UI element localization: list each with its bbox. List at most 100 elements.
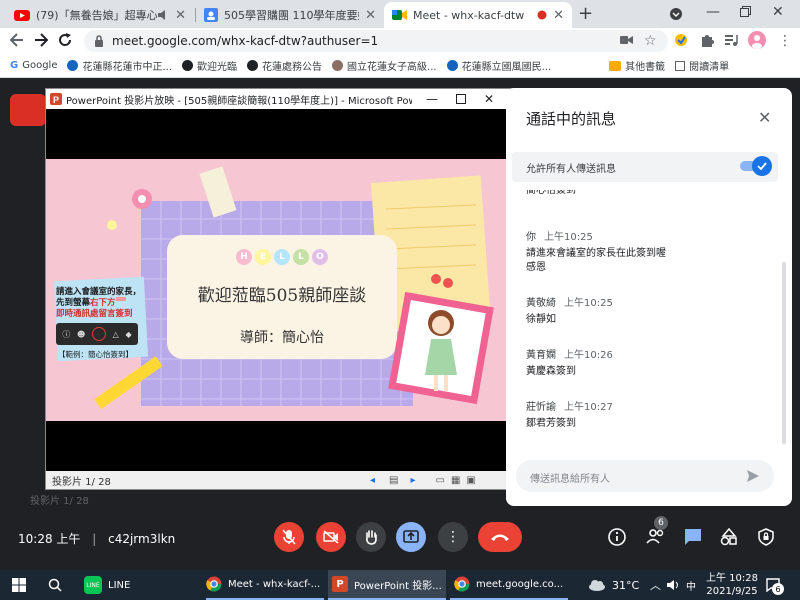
ppt-minimize-icon[interactable]: — [426,92,438,106]
bookmark-other[interactable]: 其他書籤 [609,58,665,73]
media-control-icon[interactable] [724,33,738,47]
taskbar-powerpoint[interactable]: P PowerPoint 投影... [328,570,446,600]
message-body: 黃慶森簽到 [526,365,613,379]
tab-search-icon[interactable] [670,8,682,20]
meeting-details-icon[interactable] [608,528,626,546]
activities-icon[interactable] [720,528,738,546]
reading-list[interactable]: 閱讀清單 [675,58,729,73]
message-line: 徐靜如 [526,314,556,325]
ppt-close-icon[interactable]: ✕ [484,92,494,106]
volume-icon[interactable] [666,570,680,600]
bookmark-star-icon[interactable]: ☆ [644,33,657,49]
chat-icon[interactable] [684,528,702,546]
site-icon [67,60,79,71]
shadow-status-text: 投影片 1/ 28 [30,496,89,507]
line-app-icon: LINE [84,576,102,594]
extension-logo-icon[interactable] [674,33,688,47]
chat-panel: 通話中的訊息 ✕ 允許所有人傳送訊息 簡心怡簽到 你上午10:25 請進來會議室… [506,88,792,506]
notes-icon[interactable]: ▤ [389,475,398,486]
speaker-icon[interactable] [157,9,169,21]
close-tab-icon[interactable]: ✕ [365,8,376,23]
close-chat-icon[interactable]: ✕ [758,108,771,127]
bookmark-girls-high[interactable]: 國立花蓮女子高級... [332,58,437,73]
chat-input[interactable]: 傳送訊息給所有人 [516,460,774,492]
close-tab-icon[interactable]: ✕ [553,8,564,23]
tab-meet[interactable]: Meet - whx-kacf-dtw ✕ [384,2,572,28]
school-logo-icon [332,60,344,71]
host-controls-icon[interactable] [758,528,774,546]
close-tab-icon[interactable]: ✕ [175,8,186,23]
bookmark-guofeng[interactable]: 花蓮縣立國風國民... [446,58,551,73]
chat-message: 莊忻諭 上午10:27 鄒君芳簽到 [526,398,613,431]
tab-youtube[interactable]: (79)「無養告娘」超專心! ✕ [6,2,194,28]
taskbar-label: PowerPoint 投影... [354,580,442,592]
mic-off-button[interactable] [274,522,304,552]
extensions-puzzle-icon[interactable] [700,33,714,47]
taskbar-chrome[interactable]: meet.google.co... [450,570,568,600]
chrome-menu-icon[interactable]: ⋮ [778,33,792,49]
view-sorter-icon[interactable]: ▦ [451,475,460,486]
raise-hand-button[interactable] [356,522,386,552]
classroom-icon [204,8,218,22]
ppt-maximize-icon[interactable] [456,94,466,104]
camera-in-use-icon[interactable] [620,35,633,45]
taskbar-line[interactable]: LINE LINE [84,570,202,600]
bookmark-label: 國立花蓮女子高級... [347,62,437,73]
message-time: 上午10:27 [564,402,613,413]
message-time: 上午10:25 [564,298,613,309]
profile-avatar-icon[interactable] [748,31,766,49]
taskbar-meet[interactable]: Meet - whx-kacf-... [206,570,324,600]
system-clock[interactable]: 上午 10:28 2021/9/25 [706,572,758,598]
hello-letter: L [274,249,290,265]
bookmark-announcement[interactable]: 花蓮處務公告 [247,58,322,73]
ime-indicator-icon[interactable]: 中 [686,570,696,600]
message-line: 感恩 [526,262,546,273]
taskbar-label: Meet - whx-kacf-... [228,578,321,590]
ppt-status-bar: 投影片 1/ 28 ◂ ▤ ▸ ▭ ▦ ▣ [46,471,512,489]
view-slideshow-icon[interactable]: ▣ [466,475,475,486]
message-line: 黃慶森簽到 [526,366,576,377]
bookmarks-bar: G Google 花蓮縣花蓮市中正... 歡迎光臨 花蓮處務公告 國立花蓮女子高級… [0,54,800,78]
prev-slide-icon[interactable]: ◂ [370,475,375,486]
next-slide-icon[interactable]: ▸ [410,475,415,486]
taskbar-label: LINE [108,579,131,591]
temperature: 31°C [612,578,640,592]
chat-scrollbar[interactable] [782,262,786,444]
start-button[interactable] [12,570,26,600]
site-icon [446,60,458,71]
participants-count-badge: 6 [654,516,668,530]
participants-icon[interactable] [646,528,666,544]
reload-icon[interactable] [58,33,72,47]
slide-canvas: HELLO 歡迎蒞臨505親師座談 導師：簡心怡 請進入會議室的家長， 先到螢幕… [46,159,512,421]
tab-classroom[interactable]: 505學習購團 110學年度要婦數 ✕ [196,2,384,28]
camera-off-button[interactable] [316,522,346,552]
send-icon[interactable] [746,469,760,483]
minimize-window-icon[interactable]: — [706,4,720,20]
close-window-icon[interactable]: ✕ [772,4,784,20]
bookmark-hualien-city[interactable]: 花蓮縣花蓮市中正... [67,58,172,73]
message-sender: 黃育嫻 [526,350,556,361]
recording-indicator[interactable] [10,94,46,126]
cloud-icon [588,579,606,591]
bookmark-google[interactable]: G Google [10,60,57,71]
clock-date: 2021/9/25 [706,586,758,597]
view-normal-icon[interactable]: ▭ [436,475,445,486]
message-header: 莊忻諭 上午10:27 [526,398,613,413]
show-hidden-icons[interactable]: ︿ [650,570,661,600]
chrome-icon [454,576,470,592]
notification-center[interactable]: 6 [766,570,784,600]
hello-letter: H [236,249,252,265]
check-icon[interactable] [752,156,772,176]
new-tab-button[interactable]: + [578,3,593,24]
search-button[interactable] [48,570,62,600]
back-icon[interactable] [10,33,24,47]
address-bar[interactable]: meet.google.com/whx-kacf-dtw?authuser=1 [84,30,668,52]
people-icon: ☻ [76,329,86,339]
restore-window-icon[interactable] [740,6,751,17]
more-options-button[interactable]: ⋮ [438,522,468,552]
present-now-button[interactable] [396,522,426,552]
forward-icon[interactable] [34,33,48,47]
bookmark-welcome[interactable]: 歡迎光臨 [182,58,237,73]
leave-call-button[interactable] [478,522,522,552]
weather-widget[interactable]: 31°C [588,570,639,600]
